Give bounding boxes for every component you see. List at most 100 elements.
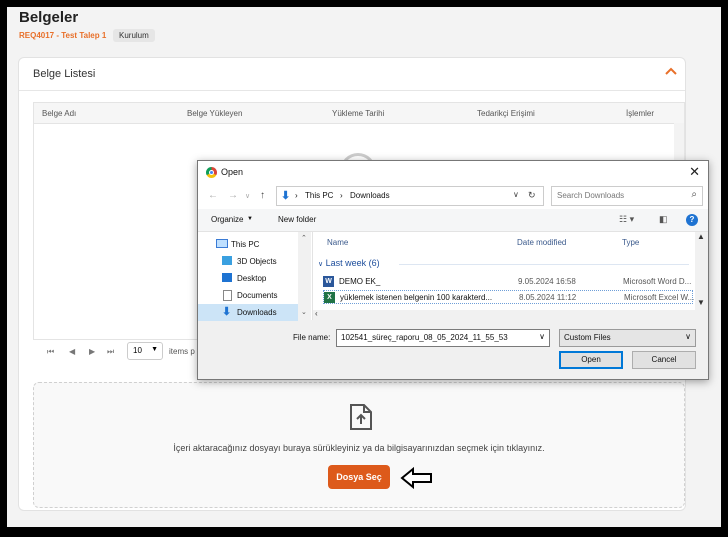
next-page-icon[interactable]: ▶ xyxy=(89,347,95,356)
monitor-icon xyxy=(216,239,228,248)
new-folder-button[interactable]: New folder xyxy=(278,215,316,224)
file-row[interactable]: W DEMO EK_ 9.05.2024 16:58 Microsoft Wor… xyxy=(323,275,693,289)
file-name-label: File name: xyxy=(293,333,331,342)
file-type-value: Custom Files xyxy=(564,333,611,342)
request-code[interactable]: REQ4017 - Test Talep 1 xyxy=(19,31,106,40)
column-type[interactable]: Type xyxy=(622,238,639,247)
column-header[interactable]: Tedarikçi Erişimi xyxy=(477,109,535,118)
file-list: Name Date modified Type ∨ Last week (6) … xyxy=(313,232,707,320)
cube-icon xyxy=(222,256,232,265)
close-icon[interactable]: ✕ xyxy=(689,164,700,180)
breadcrumb-this-pc[interactable]: This PC xyxy=(305,191,333,200)
file-name: yüklemek istenen belgenin 100 karakterd.… xyxy=(340,293,493,302)
dropzone-text: İçeri aktaracağınız dosyayı buraya sürük… xyxy=(173,443,545,453)
search-input[interactable]: Search Downloads ⌕ xyxy=(551,186,703,206)
chevron-down-icon: ∨ xyxy=(318,261,324,268)
command-bar: Organize ▼ New folder ☷ ▾ ◧ ? xyxy=(198,209,708,232)
card-title: Belge Listesi xyxy=(33,68,96,80)
file-type-select[interactable]: Custom Files ∨ xyxy=(559,329,696,347)
up-icon[interactable]: ↑ xyxy=(260,190,265,201)
open-file-dialog: Open ✕ ← → ∨ ↑ ⬇ › This PC › Downloads ∨… xyxy=(197,160,709,380)
scroll-down-icon[interactable]: ▼ xyxy=(697,298,705,307)
view-options-icon[interactable]: ☷ ▾ xyxy=(619,214,634,225)
nav-scrollbar[interactable]: ⌃ ⌄ xyxy=(298,232,311,320)
recent-locations-icon[interactable]: ∨ xyxy=(245,192,250,200)
search-placeholder: Search Downloads xyxy=(557,191,625,200)
prev-page-icon[interactable]: ◀ xyxy=(69,347,75,356)
file-upload-icon xyxy=(350,404,372,430)
group-label: Last week (6) xyxy=(325,258,380,268)
choose-file-button[interactable]: Dosya Seç xyxy=(328,465,390,489)
forward-icon[interactable]: → xyxy=(228,190,238,201)
search-icon: ⌕ xyxy=(691,189,697,200)
page-size-select[interactable]: 10 ▼ xyxy=(127,342,163,360)
group-divider xyxy=(399,264,689,265)
first-page-icon[interactable]: ⏮ xyxy=(47,347,54,357)
card-header[interactable]: Belge Listesi xyxy=(19,58,685,91)
nav-item-this-pc[interactable]: This PC xyxy=(198,236,298,253)
file-name: DEMO EK_ xyxy=(339,277,381,286)
chrome-icon xyxy=(206,167,217,178)
nav-item-3d-objects[interactable]: 3D Objects xyxy=(198,253,298,270)
address-dropdown-icon[interactable]: ∨ xyxy=(513,190,519,199)
column-date-modified[interactable]: Date modified xyxy=(517,238,566,247)
column-header[interactable]: Belge Yükleyen xyxy=(187,109,242,118)
nav-item-documents[interactable]: Documents xyxy=(198,287,298,304)
file-date: 8.05.2024 11:12 xyxy=(519,293,577,302)
column-header[interactable]: İşlemler xyxy=(626,109,654,118)
nav-item-downloads[interactable]: ⬇ Downloads xyxy=(198,304,298,321)
breadcrumb-downloads[interactable]: Downloads xyxy=(350,191,390,200)
chevron-down-icon: ▼ xyxy=(151,346,158,353)
download-icon: ⬇ xyxy=(281,190,291,202)
organize-dropdown-icon[interactable]: ▼ xyxy=(247,216,253,222)
grid-header: Belge Adı Belge Yükleyen Yükleme Tarihi … xyxy=(34,103,684,124)
word-icon: W xyxy=(323,276,334,287)
dialog-titlebar[interactable]: Open ✕ xyxy=(198,161,708,183)
file-list-vertical-scrollbar[interactable]: ▲ ▼ xyxy=(695,232,707,310)
excel-icon: X xyxy=(324,292,335,303)
preview-pane-icon[interactable]: ◧ xyxy=(659,214,668,225)
column-header[interactable]: Yükleme Tarihi xyxy=(332,109,384,118)
refresh-icon[interactable]: ↻ xyxy=(528,190,536,201)
file-date: 9.05.2024 16:58 xyxy=(518,277,576,286)
desktop-icon xyxy=(222,273,232,282)
file-name-input[interactable]: 102541_süreç_raporu_08_05_2024_11_55_53 … xyxy=(336,329,550,347)
address-row: ← → ∨ ↑ ⬇ › This PC › Downloads ∨ ↻ Sear… xyxy=(198,183,708,209)
open-button[interactable]: Open xyxy=(559,351,623,369)
nav-item-desktop[interactable]: Desktop xyxy=(198,270,298,287)
document-icon xyxy=(223,290,232,301)
nav-label: 3D Objects xyxy=(237,257,277,266)
page-title: Belgeler xyxy=(19,9,79,26)
column-name[interactable]: Name xyxy=(327,238,348,247)
nav-label: This PC xyxy=(231,240,260,249)
scroll-up-icon[interactable]: ▲ xyxy=(697,232,705,241)
nav-label: Downloads xyxy=(237,308,277,317)
help-icon[interactable]: ? xyxy=(686,214,698,226)
organize-button[interactable]: Organize xyxy=(211,215,243,224)
file-type: Microsoft Word D... xyxy=(623,277,692,286)
cancel-button[interactable]: Cancel xyxy=(632,351,696,369)
pager-label: items p xyxy=(169,347,195,356)
column-header[interactable]: Belge Adı xyxy=(42,109,76,118)
back-icon[interactable]: ← xyxy=(208,190,218,201)
dialog-title: Open xyxy=(221,167,244,177)
status-tag: Kurulum xyxy=(113,29,155,42)
scroll-up-icon[interactable]: ⌃ xyxy=(301,234,307,242)
file-dropzone[interactable]: İçeri aktaracağınız dosyayı buraya sürük… xyxy=(33,382,685,508)
chevron-down-icon[interactable]: ∨ xyxy=(539,332,545,341)
group-header[interactable]: ∨ Last week (6) xyxy=(318,258,380,268)
file-row[interactable]: X yüklemek istenen belgenin 100 karakter… xyxy=(323,290,694,304)
address-bar[interactable]: ⬇ › This PC › Downloads ∨ ↻ xyxy=(276,186,544,206)
last-page-icon[interactable]: ⏭ xyxy=(107,347,114,357)
download-icon: ⬇ xyxy=(222,306,232,318)
chevron-up-icon[interactable] xyxy=(663,64,679,80)
scroll-down-icon[interactable]: ⌄ xyxy=(301,308,307,316)
scroll-left-icon[interactable]: ‹ xyxy=(315,309,318,318)
arrow-left-icon xyxy=(400,467,432,489)
nav-label: Documents xyxy=(237,291,278,300)
nav-label: Desktop xyxy=(237,274,267,283)
navigation-pane: This PC 3D Objects Desktop Documents ⬇ D… xyxy=(198,232,313,321)
file-list-horizontal-scrollbar[interactable]: ‹ xyxy=(313,309,707,320)
page-size-value: 10 xyxy=(133,346,142,355)
chevron-down-icon: ∨ xyxy=(685,332,691,341)
